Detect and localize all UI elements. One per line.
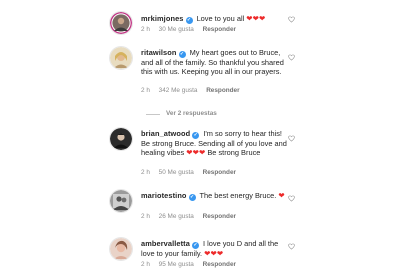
hearts-emoji: ❤❤❤	[186, 148, 206, 157]
comment-text: ambervalletta ✓ I love you D and all the …	[141, 239, 289, 258]
heart-outline-icon[interactable]	[288, 54, 295, 61]
avatar[interactable]	[110, 47, 132, 69]
hearts-emoji: ❤	[278, 191, 285, 200]
timestamp[interactable]: 2 h	[141, 26, 150, 33]
hearts-emoji: ❤❤❤	[246, 14, 266, 23]
view-replies-label[interactable]: Ver 2 respuestas	[166, 110, 217, 117]
avatar[interactable]	[110, 238, 132, 260]
comment-meta: 2 h 26 Me gusta Responder	[141, 213, 243, 220]
reply-button[interactable]: Responder	[203, 213, 236, 220]
comment-body: Love to you all	[196, 14, 245, 23]
like-count[interactable]: 342 Me gusta	[159, 87, 198, 94]
replies-divider	[146, 114, 160, 115]
username[interactable]: mrkimjones	[141, 14, 184, 23]
timestamp[interactable]: 2 h	[141, 213, 150, 220]
verified-badge-icon: ✓	[188, 194, 196, 201]
view-replies[interactable]: Ver 2 respuestas	[0, 110, 420, 120]
like-count[interactable]: 95 Me gusta	[159, 261, 194, 268]
comment-body-end: Be strong Bruce	[207, 148, 261, 157]
reply-button[interactable]: Responder	[203, 26, 236, 33]
reply-button[interactable]: Responder	[203, 169, 236, 176]
reply-button[interactable]: Responder	[206, 87, 239, 94]
verified-badge-icon: ✓	[178, 51, 186, 58]
username[interactable]: brian_atwood	[141, 129, 190, 138]
like-count[interactable]: 30 Me gusta	[159, 26, 194, 33]
heart-outline-icon[interactable]	[288, 135, 295, 142]
verified-badge-icon: ✓	[192, 132, 200, 139]
heart-outline-icon[interactable]	[288, 16, 295, 23]
heart-outline-icon[interactable]	[288, 243, 295, 250]
avatar[interactable]	[110, 12, 132, 34]
heart-outline-icon[interactable]	[288, 195, 295, 202]
avatar[interactable]	[110, 190, 132, 212]
verified-badge-icon: ✓	[191, 242, 199, 249]
timestamp[interactable]: 2 h	[141, 261, 150, 268]
timestamp[interactable]: 2 h	[141, 87, 150, 94]
username[interactable]: mariotestino	[141, 191, 187, 200]
hearts-emoji: ❤❤❤	[204, 249, 224, 258]
avatar[interactable]	[110, 128, 132, 150]
comment-text: mariotestino ✓ The best energy Bruce. ❤	[141, 191, 289, 201]
comment-text: brian_atwood ✓ I'm so sorry to hear this!…	[141, 129, 289, 157]
username[interactable]: ambervalletta	[141, 239, 190, 248]
comment-meta: 2 h 95 Me gusta Responder	[141, 261, 243, 268]
timestamp[interactable]: 2 h	[141, 169, 150, 176]
comment-text: ritawilson ✓ My heart goes out to Bruce, …	[141, 48, 289, 76]
comment-meta: 2 h 342 Me gusta Responder	[141, 87, 247, 94]
comment-text: mrkimjones ✓ Love to you all ❤❤❤	[141, 14, 289, 24]
verified-badge-icon: ✓	[185, 17, 193, 24]
like-count[interactable]: 50 Me gusta	[159, 169, 194, 176]
comment-meta: 2 h 50 Me gusta Responder	[141, 169, 243, 176]
username[interactable]: ritawilson	[141, 48, 177, 57]
comment-body: The best energy Bruce.	[199, 191, 277, 200]
reply-button[interactable]: Responder	[203, 261, 236, 268]
comment-meta: 2 h 30 Me gusta Responder	[141, 26, 243, 33]
like-count[interactable]: 26 Me gusta	[159, 213, 194, 220]
